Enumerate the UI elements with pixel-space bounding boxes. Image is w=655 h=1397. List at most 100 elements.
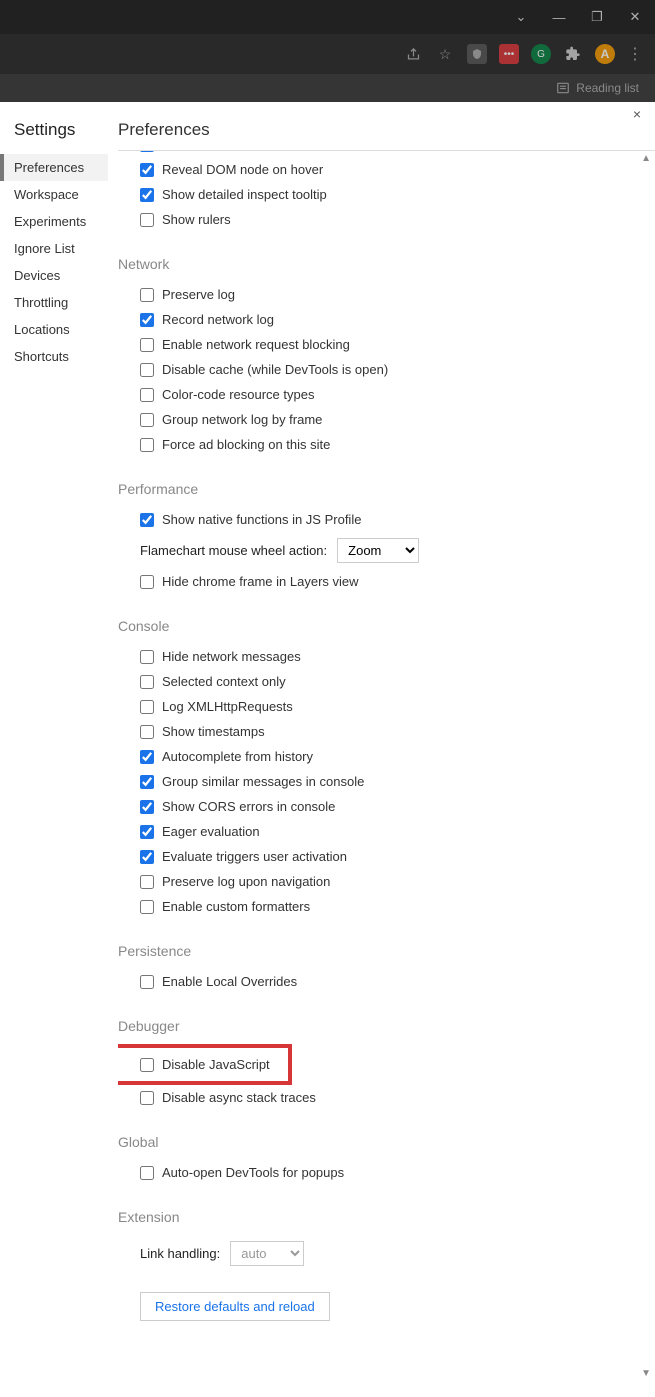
setting-row: Show HTML comments	[118, 150, 647, 157]
setting-label: Enable Local Overrides	[162, 974, 297, 989]
sidebar-item-experiments[interactable]: Experiments	[0, 208, 108, 235]
checkbox-log-xmlhttprequests[interactable]	[140, 700, 154, 714]
checkbox-show-html-comments[interactable]	[140, 150, 154, 152]
setting-label: Show native functions in JS Profile	[162, 512, 361, 527]
setting-label: Group similar messages in console	[162, 774, 364, 789]
checkbox-auto-open-devtools-for-popups[interactable]	[140, 1166, 154, 1180]
reading-list-label[interactable]: Reading list	[576, 81, 639, 95]
setting-label: Hide chrome frame in Layers view	[162, 574, 359, 589]
window-titlebar: ⌄ — ❐ ✕	[0, 0, 655, 34]
setting-row: Autocomplete from history	[118, 744, 647, 769]
checkbox-color-code-resource-types[interactable]	[140, 388, 154, 402]
section-persistence-title: Persistence	[118, 943, 647, 959]
checkbox-evaluate-triggers-user-activation[interactable]	[140, 850, 154, 864]
scroll-down-arrow[interactable]: ▼	[641, 1368, 651, 1379]
checkbox-selected-context-only[interactable]	[140, 675, 154, 689]
sidebar-item-throttling[interactable]: Throttling	[0, 289, 108, 316]
checkbox-show-native-functions-in-js-profile[interactable]	[140, 513, 154, 527]
extension-red-icon[interactable]: •••	[499, 44, 519, 64]
checkbox-show-cors-errors-in-console[interactable]	[140, 800, 154, 814]
page-title: Preferences	[118, 120, 655, 150]
checkbox-show-rulers[interactable]	[140, 213, 154, 227]
setting-label: Selected context only	[162, 674, 286, 689]
settings-content: Preferences × ▲ Show HTML comments Revea…	[108, 102, 655, 1397]
setting-label: Eager evaluation	[162, 824, 260, 839]
profile-avatar[interactable]: A	[595, 44, 615, 64]
checkbox-enable-custom-formatters[interactable]	[140, 900, 154, 914]
setting-label: Enable custom formatters	[162, 899, 310, 914]
sidebar-item-workspace[interactable]: Workspace	[0, 181, 108, 208]
setting-row: Preserve log upon navigation	[118, 869, 647, 894]
flamechart-select[interactable]: Zoom	[337, 538, 419, 563]
reading-list-icon	[556, 81, 570, 95]
checkbox-reveal-dom-node-on-hover[interactable]	[140, 163, 154, 177]
sidebar-item-devices[interactable]: Devices	[0, 262, 108, 289]
setting-label: Disable async stack traces	[162, 1090, 316, 1105]
checkbox-eager-evaluation[interactable]	[140, 825, 154, 839]
setting-label: Preserve log upon navigation	[162, 874, 330, 889]
setting-row: Disable async stack traces	[118, 1085, 647, 1110]
setting-label: Force ad blocking on this site	[162, 437, 330, 452]
scroll-up-arrow[interactable]: ▲	[641, 153, 651, 164]
setting-row: Hide network messages	[118, 644, 647, 669]
setting-label: Show CORS errors in console	[162, 799, 335, 814]
setting-label: Autocomplete from history	[162, 749, 313, 764]
checkbox-disable-javascript[interactable]	[140, 1058, 154, 1072]
flamechart-label: Flamechart mouse wheel action:	[140, 543, 327, 558]
setting-row: Auto-open DevTools for popups	[118, 1160, 647, 1185]
extension-grammarly-icon[interactable]: G	[531, 44, 551, 64]
checkbox-disable-async-stack-traces[interactable]	[140, 1091, 154, 1105]
setting-label: Preserve log	[162, 287, 235, 302]
checkbox-group-network-log-by-frame[interactable]	[140, 413, 154, 427]
sidebar-item-locations[interactable]: Locations	[0, 316, 108, 343]
checkbox-hide-chrome-frame-in-layers-view[interactable]	[140, 575, 154, 589]
close-icon[interactable]: ×	[633, 106, 641, 122]
setting-row: Record network log	[118, 307, 647, 332]
setting-row: Show detailed inspect tooltip	[118, 182, 647, 207]
setting-label: Group network log by frame	[162, 412, 322, 427]
setting-label: Auto-open DevTools for popups	[162, 1165, 344, 1180]
extensions-icon[interactable]	[563, 44, 583, 64]
extension-ublock-icon[interactable]	[467, 44, 487, 64]
setting-row: Log XMLHttpRequests	[118, 694, 647, 719]
setting-label: Show HTML comments	[162, 150, 297, 152]
maximize-button[interactable]: ❐	[587, 9, 607, 25]
setting-row: Disable cache (while DevTools is open)	[118, 357, 647, 382]
sidebar-item-preferences[interactable]: Preferences	[0, 154, 108, 181]
highlighted-setting: Disable JavaScript	[118, 1044, 292, 1085]
setting-row: Show native functions in JS Profile	[118, 507, 647, 532]
checkbox-group-similar-messages-in-console[interactable]	[140, 775, 154, 789]
sidebar-item-ignore-list[interactable]: Ignore List	[0, 235, 108, 262]
close-window-button[interactable]: ✕	[625, 9, 645, 25]
link-handling-select[interactable]: auto	[230, 1241, 304, 1266]
restore-defaults-button[interactable]: Restore defaults and reload	[140, 1292, 330, 1321]
checkbox-preserve-log[interactable]	[140, 288, 154, 302]
checkbox-autocomplete-from-history[interactable]	[140, 750, 154, 764]
setting-row: Group network log by frame	[118, 407, 647, 432]
star-icon[interactable]: ☆	[435, 44, 455, 64]
checkbox-show-detailed-inspect-tooltip[interactable]	[140, 188, 154, 202]
checkbox-disable-cache-while-devtools-is-open-[interactable]	[140, 363, 154, 377]
preferences-scroll[interactable]: ▲ Show HTML comments Reveal DOM node on …	[118, 150, 655, 1381]
settings-title: Settings	[0, 120, 108, 154]
checkbox-preserve-log-upon-navigation[interactable]	[140, 875, 154, 889]
setting-row: Reveal DOM node on hover	[118, 157, 647, 182]
setting-label: Reveal DOM node on hover	[162, 162, 323, 177]
checkbox-show-timestamps[interactable]	[140, 725, 154, 739]
share-icon[interactable]	[403, 44, 423, 64]
setting-label: Disable JavaScript	[162, 1057, 270, 1072]
chevron-down-icon[interactable]: ⌄	[511, 9, 531, 25]
menu-dots-icon[interactable]: ⋮	[627, 44, 643, 64]
setting-row: Eager evaluation	[118, 819, 647, 844]
setting-row: Enable custom formatters	[118, 894, 647, 919]
minimize-button[interactable]: —	[549, 10, 569, 25]
checkbox-hide-network-messages[interactable]	[140, 650, 154, 664]
sidebar-item-shortcuts[interactable]: Shortcuts	[0, 343, 108, 370]
checkbox-force-ad-blocking-on-this-site[interactable]	[140, 438, 154, 452]
checkbox-enable-network-request-blocking[interactable]	[140, 338, 154, 352]
checkbox-enable-local-overrides[interactable]	[140, 975, 154, 989]
setting-label: Record network log	[162, 312, 274, 327]
checkbox-record-network-log[interactable]	[140, 313, 154, 327]
setting-row: Disable JavaScript	[126, 1052, 280, 1077]
devtools-settings: Settings PreferencesWorkspaceExperiments…	[0, 102, 655, 1397]
